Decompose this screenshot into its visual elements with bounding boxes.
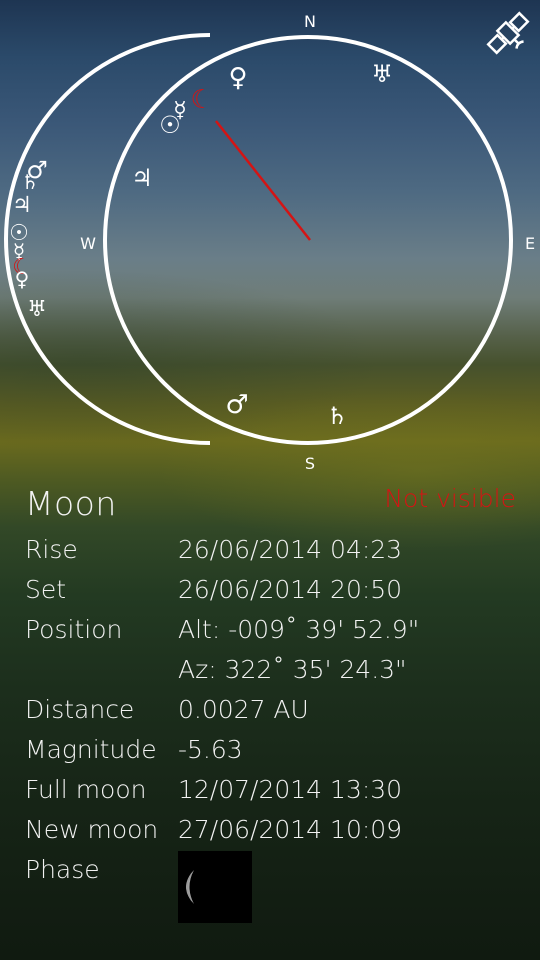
detail-value: 0.0027 AU — [178, 695, 309, 724]
detail-value: -5.63 — [178, 735, 243, 764]
detail-label: Phase — [25, 855, 100, 884]
detail-row-phase: Phase — [25, 855, 100, 884]
visibility-status: Not visible — [384, 484, 516, 513]
detail-label: Set — [25, 575, 67, 604]
detail-label: Position — [25, 615, 123, 644]
detail-value: Az: 322˚ 35' 24.3" — [178, 655, 407, 684]
detail-value: 26/06/2014 04:23 — [178, 535, 403, 564]
body-title: Moon — [25, 484, 117, 523]
moon-details: Moon Not visible Rise 26/06/2014 04:23 S… — [0, 0, 540, 960]
detail-row-new-moon: New moon 27/06/2014 10:09 — [25, 815, 402, 844]
detail-value: 27/06/2014 10:09 — [178, 815, 403, 844]
detail-row-set: Set 26/06/2014 20:50 — [25, 575, 402, 604]
detail-row-magnitude: Magnitude -5.63 — [25, 735, 243, 764]
detail-label: Full moon — [25, 775, 147, 804]
detail-row-full-moon: Full moon 12/07/2014 13:30 — [25, 775, 402, 804]
detail-row-position: Position Alt: -009˚ 39' 52.9" — [25, 615, 419, 644]
detail-value: 12/07/2014 13:30 — [178, 775, 403, 804]
detail-label: New moon — [25, 815, 159, 844]
detail-value: 26/06/2014 20:50 — [178, 575, 403, 604]
moon-phase-image — [178, 851, 252, 923]
detail-label: Rise — [25, 535, 78, 564]
detail-label: Distance — [25, 695, 135, 724]
detail-row-rise: Rise 26/06/2014 04:23 — [25, 535, 402, 564]
detail-row-distance: Distance 0.0027 AU — [25, 695, 309, 724]
detail-label: Magnitude — [25, 735, 157, 764]
detail-value: Alt: -009˚ 39' 52.9" — [178, 615, 420, 644]
